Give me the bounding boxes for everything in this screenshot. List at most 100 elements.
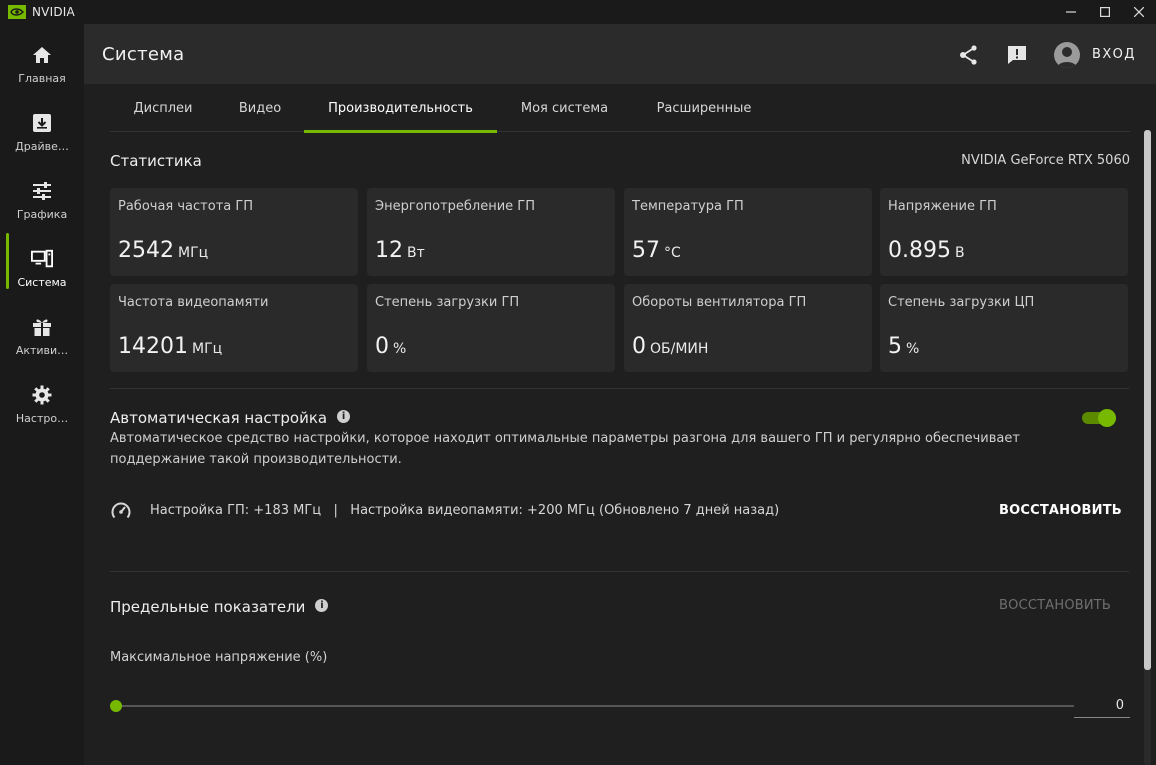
sidebar-item-system[interactable]: Система [0,238,84,298]
share-icon [960,45,977,65]
divider [110,388,1129,389]
gift-icon [31,316,53,338]
stat-label: Энергопотребление ГП [375,199,535,214]
auto-tune-title: Автоматическая настройка i [110,409,351,427]
minimize-icon [1066,11,1076,13]
stat-unit: В [954,245,965,261]
user-icon [1057,47,1077,68]
slider-thumb[interactable] [110,700,122,712]
slider-rail [114,705,1074,707]
stat-value: 12 Вт [375,238,425,263]
login-button[interactable]: ВХОД [1092,47,1136,62]
share-button[interactable] [958,44,980,66]
tab-bar: Дисплеи Видео Производительность Моя сис… [110,84,1130,133]
auto-tune-description: Автоматическое средство настройки, котор… [110,431,1020,467]
sidebar: Главная Драйве… Графика Система Активи… … [0,24,84,765]
sidebar-item-settings[interactable]: Настро… [0,374,84,434]
stat-label: Температура ГП [632,199,744,214]
maximize-icon [1100,7,1110,17]
stat-value: 0% [375,334,407,359]
stat-value: 0.895 В [888,238,965,263]
system-icon [31,248,53,270]
info-icon[interactable]: i [337,410,351,423]
tab-performance[interactable]: Производительность [304,84,497,133]
stat-unit: % [393,341,407,357]
auto-tune-status: Настройка ГП: +183 МГц | Настройка видео… [110,500,1120,522]
stat-label: Обороты вентилятора ГП [632,295,807,310]
feedback-button[interactable] [1006,44,1028,66]
stat-value: 14201 МГц [118,334,223,359]
home-icon [31,44,53,66]
page-header: Система ВХОД [84,24,1156,84]
maximize-button[interactable] [1088,0,1122,24]
stat-label: Напряжение ГП [888,199,997,214]
max-voltage-label: Максимальное напряжение (%) [110,650,328,665]
tab-my-system[interactable]: Моя система [497,84,632,132]
stat-label: Частота видеопамяти [118,295,269,310]
sidebar-item-drivers[interactable]: Драйве… [0,102,84,162]
gpu-name: NVIDIA GeForce RTX 5060 [961,153,1130,168]
gear-icon [31,384,53,406]
speedometer-icon [111,502,131,519]
stat-card-gpu-temperature: Температура ГП 57 °C [624,188,872,276]
stat-label: Рабочая частота ГП [118,199,254,214]
stat-card-memory-clock: Частота видеопамяти 14201 МГц [110,284,358,372]
avatar[interactable] [1054,42,1080,68]
stat-unit: МГц [178,245,209,261]
stat-card-fan-speed: Обороты вентилятора ГП 0 ОБ/МИН [624,284,872,372]
max-voltage-input[interactable]: 0 [1074,690,1130,718]
minimize-button[interactable] [1054,0,1088,24]
auto-tune-status-text: Настройка ГП: +183 МГц | Настройка видео… [150,503,780,518]
tab-label: Дисплеи [133,100,193,116]
sidebar-item-label: Система [17,275,67,289]
stat-value: 2542 МГц [118,238,209,263]
stat-card-gpu-utilization: Степень загрузки ГП 0% [367,284,615,372]
sidebar-item-label: Графика [16,207,68,221]
sidebar-item-rewards[interactable]: Активи… [0,306,84,366]
scrollbar[interactable] [1144,130,1151,765]
stat-card-cpu-utilization: Степень загрузки ЦП 5% [880,284,1128,372]
auto-tune-restore-button[interactable]: ВОССТАНОВИТЬ [999,503,1122,518]
stat-card-gpu-voltage: Напряжение ГП 0.895 В [880,188,1128,276]
close-icon [1134,7,1144,17]
driver-download-icon [31,112,53,134]
tab-label: Расширенные [656,100,752,116]
stat-unit: ОБ/МИН [650,341,709,357]
tab-advanced[interactable]: Расширенные [632,84,776,132]
tab-displays[interactable]: Дисплеи [110,84,216,132]
sidebar-item-home[interactable]: Главная [0,34,84,94]
sidebar-item-graphics[interactable]: Графика [0,170,84,230]
limits-restore-button[interactable]: ВОССТАНОВИТЬ [999,598,1111,613]
title-bar: NVIDIA [0,0,1156,24]
tab-label: Моя система [520,100,609,116]
main-content: Дисплеи Видео Производительность Моя сис… [84,84,1156,765]
tab-video[interactable]: Видео [216,84,304,132]
sidebar-item-label: Настро… [15,411,69,425]
stat-value: 0 ОБ/МИН [632,334,709,359]
scrollbar-thumb[interactable] [1144,130,1151,670]
close-button[interactable] [1122,0,1156,24]
stat-label: Степень загрузки ГП [375,295,520,310]
auto-tune-toggle[interactable] [1082,409,1116,427]
sidebar-item-label: Драйве… [15,139,69,153]
stat-card-gpu-clock: Рабочая частота ГП 2542 МГц [110,188,358,276]
sidebar-item-label: Главная [18,71,66,85]
feedback-icon [1008,46,1026,64]
statistics-title: Статистика [110,152,202,170]
page-title: Система [102,44,185,65]
stat-unit: % [906,341,920,357]
stat-value: 5% [888,334,920,359]
tab-label: Производительность [328,100,473,116]
max-voltage-slider[interactable] [110,698,1074,712]
nvidia-logo-icon [8,5,26,19]
toggle-knob [1098,409,1116,427]
stat-label: Степень загрузки ЦП [888,295,1035,310]
sliders-icon [31,180,53,202]
divider [110,571,1129,572]
stat-card-gpu-power: Энергопотребление ГП 12 Вт [367,188,615,276]
info-icon[interactable]: i [315,599,329,612]
tab-label: Видео [238,100,282,116]
limits-title: Предельные показатели i [110,598,329,616]
stat-unit: МГц [192,341,223,357]
stat-unit: °C [664,245,681,261]
